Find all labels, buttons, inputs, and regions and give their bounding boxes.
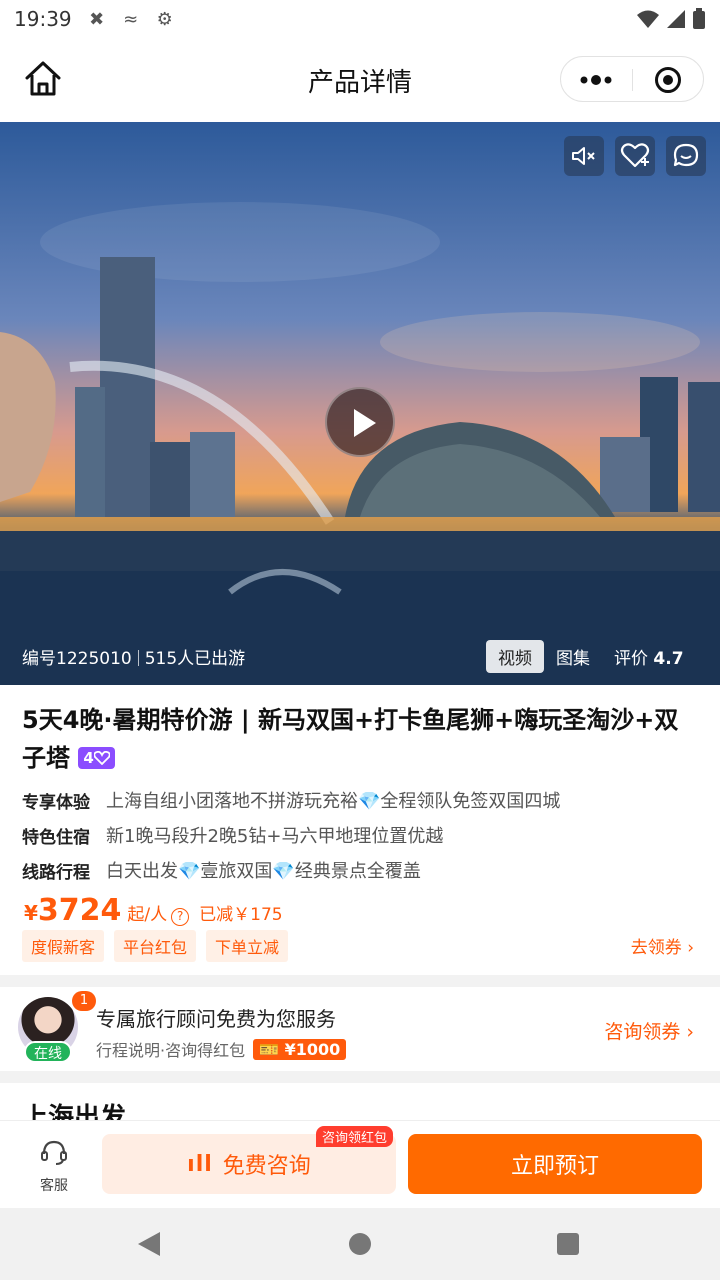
rating-label: 评价 xyxy=(614,648,648,669)
red-packet-badge: 🎫 ¥1000 xyxy=(253,1038,347,1060)
feature-label: 线路行程 xyxy=(22,862,90,883)
heart-plus-icon xyxy=(620,143,650,168)
red-packet-amount: ¥1000 xyxy=(284,1039,341,1059)
data-saver-icon: ≈ xyxy=(123,8,139,30)
advisor-subtitle-row: 行程说明·咨询得红包 🎫 ¥1000 xyxy=(96,1037,347,1061)
get-coupon-link[interactable]: 去领券 › xyxy=(631,933,694,958)
feature-text: 新1晚马段升2晚5钻+马六甲地理位置优越 xyxy=(106,826,444,847)
miniprogram-capsule xyxy=(560,56,704,102)
hero-media[interactable]: 编号1225010 515人已出游 视频 图集 评价 4.7 xyxy=(0,122,720,685)
settings-gear-icon: ⚙ xyxy=(156,8,173,30)
traveler-count: 515人已出游 xyxy=(144,649,246,669)
battery-icon xyxy=(693,8,705,29)
level-badge: 4 xyxy=(78,747,115,769)
feature-text: 上海自组小团落地不拼游玩充裕💎全程领队免签双国四城 xyxy=(106,791,561,812)
home-circle-icon[interactable] xyxy=(349,1233,371,1255)
speaker-muted-icon xyxy=(572,147,595,165)
product-summary: 5天4晚·暑期特价游 | 新马双国+打卡鱼尾狮+嗨玩圣淘沙+双子塔 4 专享体验… xyxy=(0,685,720,975)
feature-row-lodging: 特色住宿 新1晚马段升2晚5钻+马六甲地理位置优越 xyxy=(22,822,443,848)
recent-apps-square-icon[interactable] xyxy=(557,1233,579,1255)
price-unit: 起/人 xyxy=(127,905,168,925)
promo-tags: 度假新客 平台红包 下单立减 xyxy=(22,930,289,962)
system-nav-bar xyxy=(0,1208,720,1280)
price-help-icon[interactable]: ? xyxy=(171,908,190,926)
price-block: ¥ 3724 起/人 ? 已减￥175 xyxy=(24,893,283,928)
mute-button[interactable] xyxy=(564,136,604,176)
advisor-subtitle: 行程说明·咨询得红包 xyxy=(96,1041,246,1060)
hero-info: 编号1225010 515人已出游 xyxy=(22,644,245,669)
info-divider xyxy=(137,650,139,666)
play-video-button[interactable] xyxy=(325,387,395,457)
voice-bars-icon: ıll xyxy=(187,1151,213,1177)
price-value: 3724 xyxy=(37,893,122,928)
rating-value: 4.7 xyxy=(653,648,684,669)
promo-tag: 平台红包 xyxy=(114,930,197,962)
nav-bar: 产品详情 xyxy=(0,38,720,122)
favorite-button[interactable] xyxy=(615,136,655,176)
status-bar: 19:39 ✖ ≈ ⚙ xyxy=(0,0,720,38)
promo-tag: 下单立减 xyxy=(206,930,289,962)
promo-tag: 度假新客 xyxy=(22,930,105,962)
close-miniprogram-button[interactable] xyxy=(655,67,681,93)
notification-muted-icon: ✖ xyxy=(89,8,105,30)
book-now-button[interactable]: 立即预订 xyxy=(408,1134,702,1194)
product-title: 5天4晚·暑期特价游 | 新马双国+打卡鱼尾狮+嗨玩圣淘沙+双子塔 xyxy=(22,706,679,772)
more-dots-icon xyxy=(580,75,612,85)
level-number: 4 xyxy=(83,749,94,767)
customer-service-button[interactable]: 客服 xyxy=(30,1137,78,1195)
product-code: 编号1225010 xyxy=(22,649,132,669)
wifi-icon xyxy=(637,10,659,28)
feature-text: 白天出发💎壹旅双国💎经典景点全覆盖 xyxy=(106,861,421,882)
currency-symbol: ¥ xyxy=(24,901,38,925)
free-consult-label: 免费咨询 xyxy=(222,1154,311,1179)
saved-amount: 已减￥175 xyxy=(199,905,283,925)
advisor-card[interactable]: 1 在线 专属旅行顾问免费为您服务 行程说明·咨询得红包 🎫 ¥1000 咨询领… xyxy=(0,987,720,1071)
consult-coupon-link[interactable]: 咨询领券 › xyxy=(604,1017,694,1044)
tab-gallery[interactable]: 图集 xyxy=(544,640,602,673)
tab-reviews[interactable]: 评价 4.7 xyxy=(602,640,696,673)
bottom-action-bar: 客服 ıll 免费咨询 咨询领红包 立即预订 xyxy=(0,1120,720,1208)
tab-video[interactable]: 视频 xyxy=(486,639,544,673)
chat-bubble-icon xyxy=(673,143,699,167)
media-tabs: 视频 图集 评价 4.7 xyxy=(486,639,696,673)
product-title-block: 5天4晚·暑期特价游 | 新马双国+打卡鱼尾狮+嗨玩圣淘沙+双子塔 4 xyxy=(22,701,702,777)
feature-label: 特色住宿 xyxy=(22,827,90,848)
more-button[interactable] xyxy=(561,57,631,103)
headset-icon xyxy=(41,1140,67,1165)
comment-button[interactable] xyxy=(666,136,706,176)
unread-badge: 1 xyxy=(72,991,96,1011)
customer-service-label: 客服 xyxy=(40,1178,68,1194)
feature-row-route: 线路行程 白天出发💎壹旅双国💎经典景点全覆盖 xyxy=(22,857,421,883)
feature-row-experience: 专享体验 上海自组小团落地不拼游玩充裕💎全程领队免签双国四城 xyxy=(22,787,560,813)
advisor-title: 专属旅行顾问免费为您服务 xyxy=(96,1007,336,1031)
status-time: 19:39 xyxy=(14,7,72,31)
diamond-heart-icon xyxy=(93,751,110,765)
back-triangle-icon[interactable] xyxy=(138,1232,160,1256)
online-status-badge: 在线 xyxy=(24,1041,72,1063)
capsule-divider xyxy=(632,69,633,91)
signal-icon xyxy=(667,10,685,28)
feature-label: 专享体验 xyxy=(22,792,90,813)
consult-red-packet-badge: 咨询领红包 xyxy=(316,1126,394,1147)
